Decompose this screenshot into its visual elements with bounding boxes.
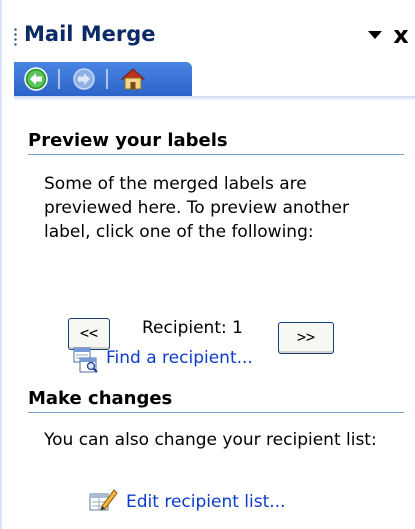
- task-pane-title-bar: Mail Merge x: [2, 0, 415, 56]
- edit-recipient-list-link[interactable]: Edit recipient list...: [126, 492, 285, 512]
- close-button[interactable]: x: [390, 20, 412, 50]
- make-changes-description: You can also change your recipient list:: [44, 430, 377, 450]
- home-icon: [120, 68, 146, 90]
- toolbar-separator: [106, 69, 108, 89]
- section-divider: [28, 154, 404, 155]
- forward-button[interactable]: [70, 65, 100, 93]
- edit-list-icon: [88, 486, 118, 518]
- task-pane-title: Mail Merge: [24, 22, 156, 46]
- task-pane-menu-button[interactable]: [364, 22, 386, 50]
- toolbar-shadow: [14, 96, 415, 100]
- find-recipient-icon: [72, 346, 102, 378]
- section-divider: [28, 412, 404, 413]
- navigation-toolbar: [14, 62, 192, 96]
- next-recipient-button[interactable]: >>: [278, 322, 334, 354]
- home-button[interactable]: [118, 65, 148, 93]
- preview-section-header: Preview your labels: [28, 130, 228, 151]
- recipient-number: Recipient: 1: [142, 318, 243, 338]
- make-changes-section-header: Make changes: [28, 388, 173, 409]
- mail-merge-task-pane: Mail Merge x Preview your labels Some of…: [0, 0, 415, 529]
- forward-arrow-icon: [73, 68, 95, 90]
- preview-description: Some of the merged labels are previewed …: [44, 174, 349, 242]
- find-recipient-link[interactable]: Find a recipient...: [106, 348, 253, 368]
- toolbar-separator: [58, 69, 60, 89]
- drag-grip-icon[interactable]: [14, 27, 17, 47]
- back-arrow-icon: [24, 67, 48, 91]
- back-button[interactable]: [22, 65, 52, 93]
- triangle-down-icon: [368, 31, 382, 39]
